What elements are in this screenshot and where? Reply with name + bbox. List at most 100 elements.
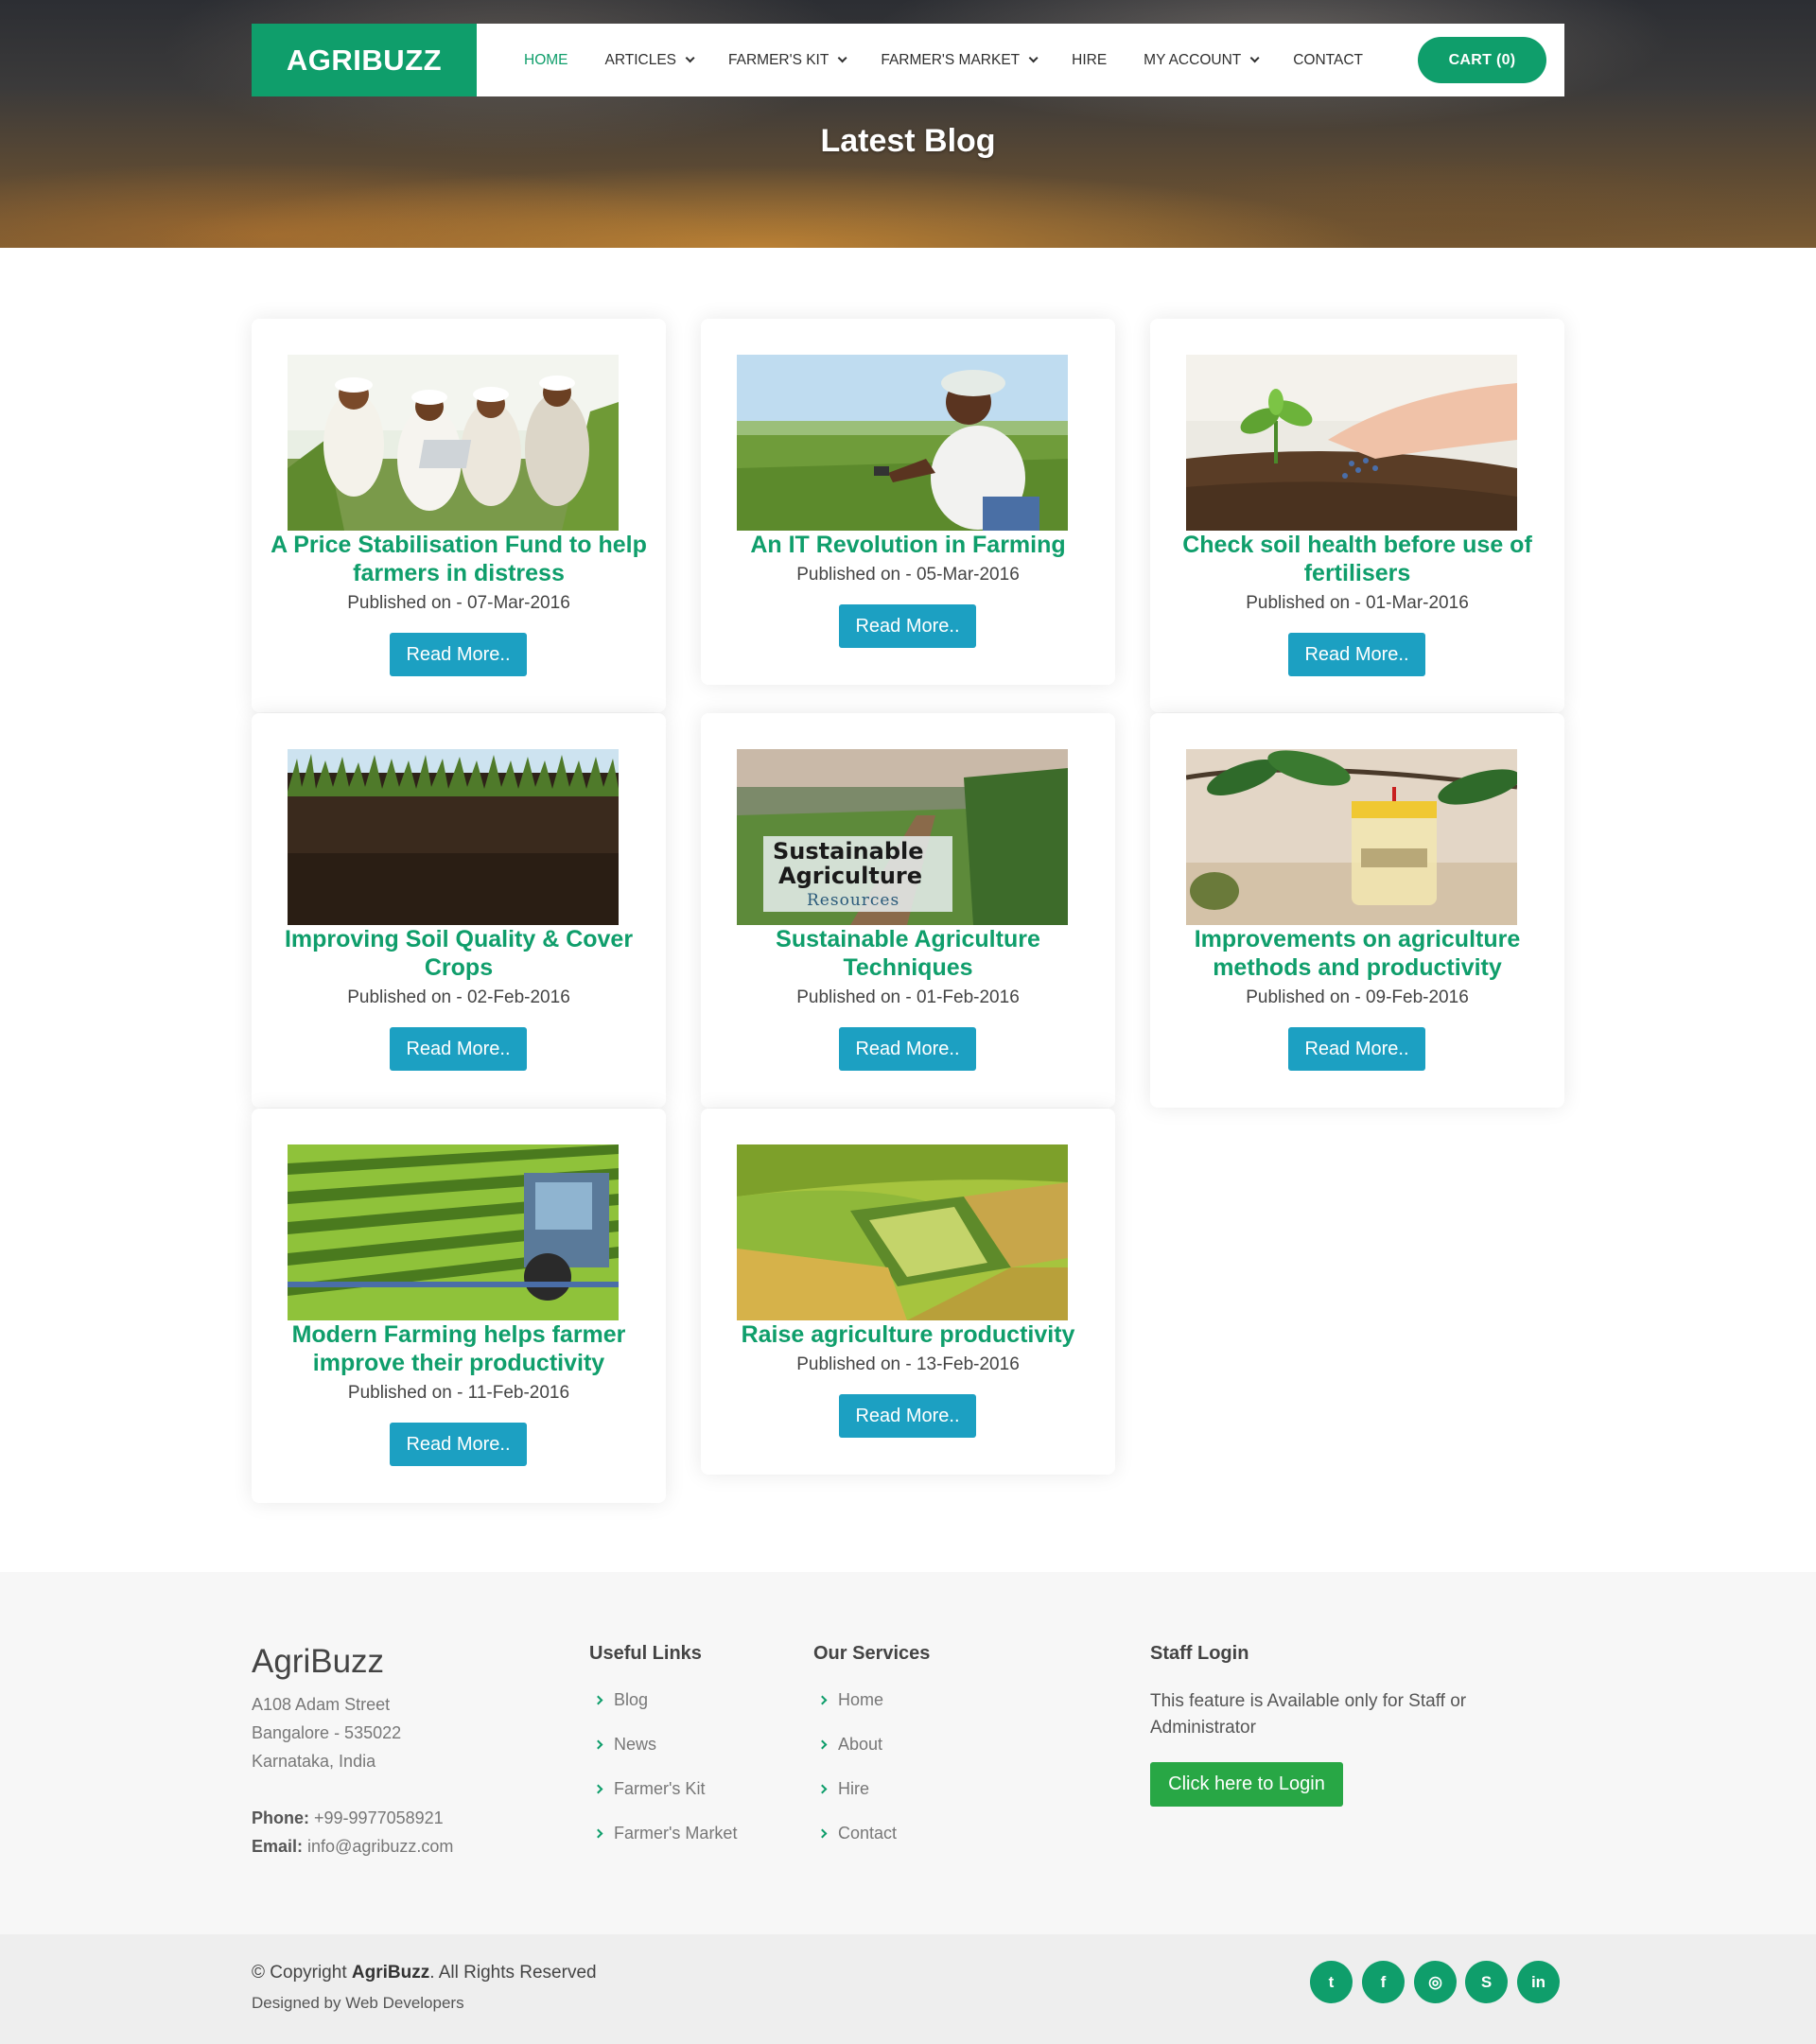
post-title[interactable]: Improvements on agriculture methods and … bbox=[1169, 925, 1545, 982]
blog-card: Improving Soil Quality & Cover Crops Pub… bbox=[252, 713, 666, 1108]
nav-farmers-market[interactable]: FARMER'S MARKET bbox=[881, 51, 1039, 69]
cart-button[interactable]: CART (0) bbox=[1418, 37, 1546, 83]
chevron-down-icon bbox=[1028, 53, 1039, 63]
farmer-phone-image[interactable] bbox=[737, 355, 1068, 531]
skype-icon[interactable]: S bbox=[1465, 1961, 1508, 2003]
phone-label: Phone: bbox=[252, 1808, 309, 1827]
footer-link-label: Hire bbox=[838, 1779, 870, 1798]
chevron-right-icon bbox=[593, 1695, 603, 1705]
designed-by: Designed by Web Developers bbox=[252, 1994, 464, 2012]
fruit-fly-trap-image[interactable] bbox=[1186, 749, 1517, 925]
footer-link-label: News bbox=[614, 1735, 657, 1754]
crop-fields-image[interactable] bbox=[737, 1144, 1068, 1320]
staff-login-heading: Staff Login bbox=[1150, 1643, 1249, 1664]
read-more-button[interactable]: Read More.. bbox=[1288, 633, 1425, 676]
useful-links-heading: Useful Links bbox=[589, 1643, 702, 1664]
footer-link-label: Contact bbox=[838, 1824, 898, 1843]
farmers-laptop-image-art bbox=[288, 355, 619, 531]
nav-home-label: HOME bbox=[524, 51, 568, 68]
read-more-button[interactable]: Read More.. bbox=[390, 633, 527, 676]
image-caption-line3: Resources bbox=[807, 891, 900, 910]
read-more-button[interactable]: Read More.. bbox=[839, 1027, 976, 1071]
nav-contact[interactable]: CONTACT bbox=[1293, 52, 1363, 69]
instagram-icon[interactable]: ◎ bbox=[1414, 1961, 1457, 2003]
tractor-field-image-art bbox=[288, 1144, 619, 1320]
chevron-right-icon bbox=[593, 1784, 603, 1794]
footer-link-blog[interactable]: Blog bbox=[593, 1690, 648, 1710]
post-title[interactable]: Sustainable Agriculture Techniques bbox=[720, 925, 1096, 982]
site-logo[interactable]: AGRIBUZZ bbox=[252, 24, 477, 96]
page-title: Latest Blog bbox=[820, 123, 996, 159]
nav-articles[interactable]: ARTICLES bbox=[604, 51, 695, 69]
footer-service-home[interactable]: Home bbox=[817, 1690, 884, 1710]
post-title[interactable]: Improving Soil Quality & Cover Crops bbox=[271, 925, 647, 982]
nav-articles-label: ARTICLES bbox=[604, 51, 677, 68]
soil-seedling-image[interactable] bbox=[1186, 355, 1517, 531]
nav-hire[interactable]: HIRE bbox=[1072, 52, 1107, 69]
post-date: Published on - 13-Feb-2016 bbox=[796, 1354, 1020, 1374]
footer-service-contact[interactable]: Contact bbox=[817, 1824, 898, 1843]
nav-contact-label: CONTACT bbox=[1293, 51, 1363, 68]
blog-card: Raise agriculture productivity Published… bbox=[701, 1109, 1115, 1475]
nav-farmers-kit[interactable]: FARMER'S KIT bbox=[728, 52, 847, 69]
post-title[interactable]: An IT Revolution in Farming bbox=[720, 531, 1096, 559]
footer-service-about[interactable]: About bbox=[817, 1735, 882, 1755]
sustainable-agriculture-image-art bbox=[737, 749, 1068, 925]
post-date: Published on - 05-Mar-2016 bbox=[796, 565, 1020, 585]
linkedin-icon[interactable]: in bbox=[1517, 1961, 1560, 2003]
twitter-icon[interactable]: t bbox=[1310, 1961, 1353, 2003]
nav-farmers-market-label: FARMER'S MARKET bbox=[881, 51, 1021, 68]
chevron-right-icon bbox=[817, 1739, 828, 1750]
post-date: Published on - 01-Feb-2016 bbox=[796, 987, 1020, 1007]
read-more-button[interactable]: Read More.. bbox=[839, 1394, 976, 1438]
post-date: Published on - 07-Mar-2016 bbox=[347, 593, 570, 613]
post-date: Published on - 02-Feb-2016 bbox=[347, 987, 570, 1007]
chevron-right-icon bbox=[817, 1784, 828, 1794]
soil-cross-section-image-art bbox=[288, 749, 619, 925]
read-more-button[interactable]: Read More.. bbox=[839, 604, 976, 648]
footer-link-label: Farmer's Market bbox=[614, 1824, 738, 1843]
nav-my-account-label: MY ACCOUNT bbox=[1144, 51, 1242, 68]
staff-login-text: This feature is Available only for Staff… bbox=[1150, 1691, 1467, 1738]
farmers-laptop-image[interactable] bbox=[288, 355, 619, 531]
footer-address-line: Bangalore - 535022 bbox=[252, 1723, 402, 1742]
blog-card: Modern Farming helps farmer improve thei… bbox=[252, 1109, 666, 1503]
post-date: Published on - 11-Feb-2016 bbox=[347, 1383, 570, 1403]
facebook-icon[interactable]: f bbox=[1362, 1961, 1405, 2003]
post-title[interactable]: Modern Farming helps farmer improve thei… bbox=[271, 1320, 647, 1377]
image-caption-line2: Agriculture bbox=[778, 863, 923, 889]
nav-home[interactable]: HOME bbox=[524, 52, 568, 69]
blog-card: Improvements on agriculture methods and … bbox=[1150, 713, 1564, 1108]
fruit-fly-trap-image-art bbox=[1186, 749, 1517, 925]
tractor-field-image[interactable] bbox=[288, 1144, 619, 1320]
chevron-down-icon bbox=[685, 53, 695, 63]
blog-card: Check soil health before use of fertilis… bbox=[1150, 319, 1564, 712]
read-more-button[interactable]: Read More.. bbox=[390, 1423, 527, 1466]
footer-link-farmers-kit[interactable]: Farmer's Kit bbox=[593, 1779, 706, 1799]
read-more-button[interactable]: Read More.. bbox=[1288, 1027, 1425, 1071]
soil-seedling-image-art bbox=[1186, 355, 1517, 531]
chevron-down-icon bbox=[1249, 53, 1260, 63]
image-caption-line1: Sustainable bbox=[773, 838, 924, 865]
sustainable-agriculture-image[interactable]: Sustainable Agriculture Resources bbox=[737, 749, 1068, 925]
blog-card: A Price Stabilisation Fund to help farme… bbox=[252, 319, 666, 712]
chevron-right-icon bbox=[817, 1695, 828, 1705]
footer-link-news[interactable]: News bbox=[593, 1735, 657, 1755]
read-more-button[interactable]: Read More.. bbox=[390, 1027, 527, 1071]
staff-login-button[interactable]: Click here to Login bbox=[1150, 1762, 1343, 1807]
footer-phone: Phone: +99-9977058921 bbox=[252, 1808, 444, 1828]
post-title[interactable]: Raise agriculture productivity bbox=[720, 1320, 1096, 1349]
email-value[interactable]: info@agribuzz.com bbox=[307, 1837, 453, 1856]
footer-link-label: Farmer's Kit bbox=[614, 1779, 706, 1798]
post-title[interactable]: A Price Stabilisation Fund to help farme… bbox=[271, 531, 647, 587]
copyright-brand: AgriBuzz bbox=[351, 1963, 430, 1983]
nav-my-account[interactable]: MY ACCOUNT bbox=[1144, 51, 1260, 69]
soil-cross-section-image[interactable] bbox=[288, 749, 619, 925]
post-title[interactable]: Check soil health before use of fertilis… bbox=[1169, 531, 1545, 587]
services-heading: Our Services bbox=[813, 1643, 931, 1664]
chevron-down-icon bbox=[838, 53, 847, 63]
footer-link-farmers-market[interactable]: Farmer's Market bbox=[593, 1824, 738, 1843]
footer-link-label: Home bbox=[838, 1690, 884, 1709]
phone-value: +99-9977058921 bbox=[314, 1808, 444, 1827]
footer-service-hire[interactable]: Hire bbox=[817, 1779, 870, 1799]
